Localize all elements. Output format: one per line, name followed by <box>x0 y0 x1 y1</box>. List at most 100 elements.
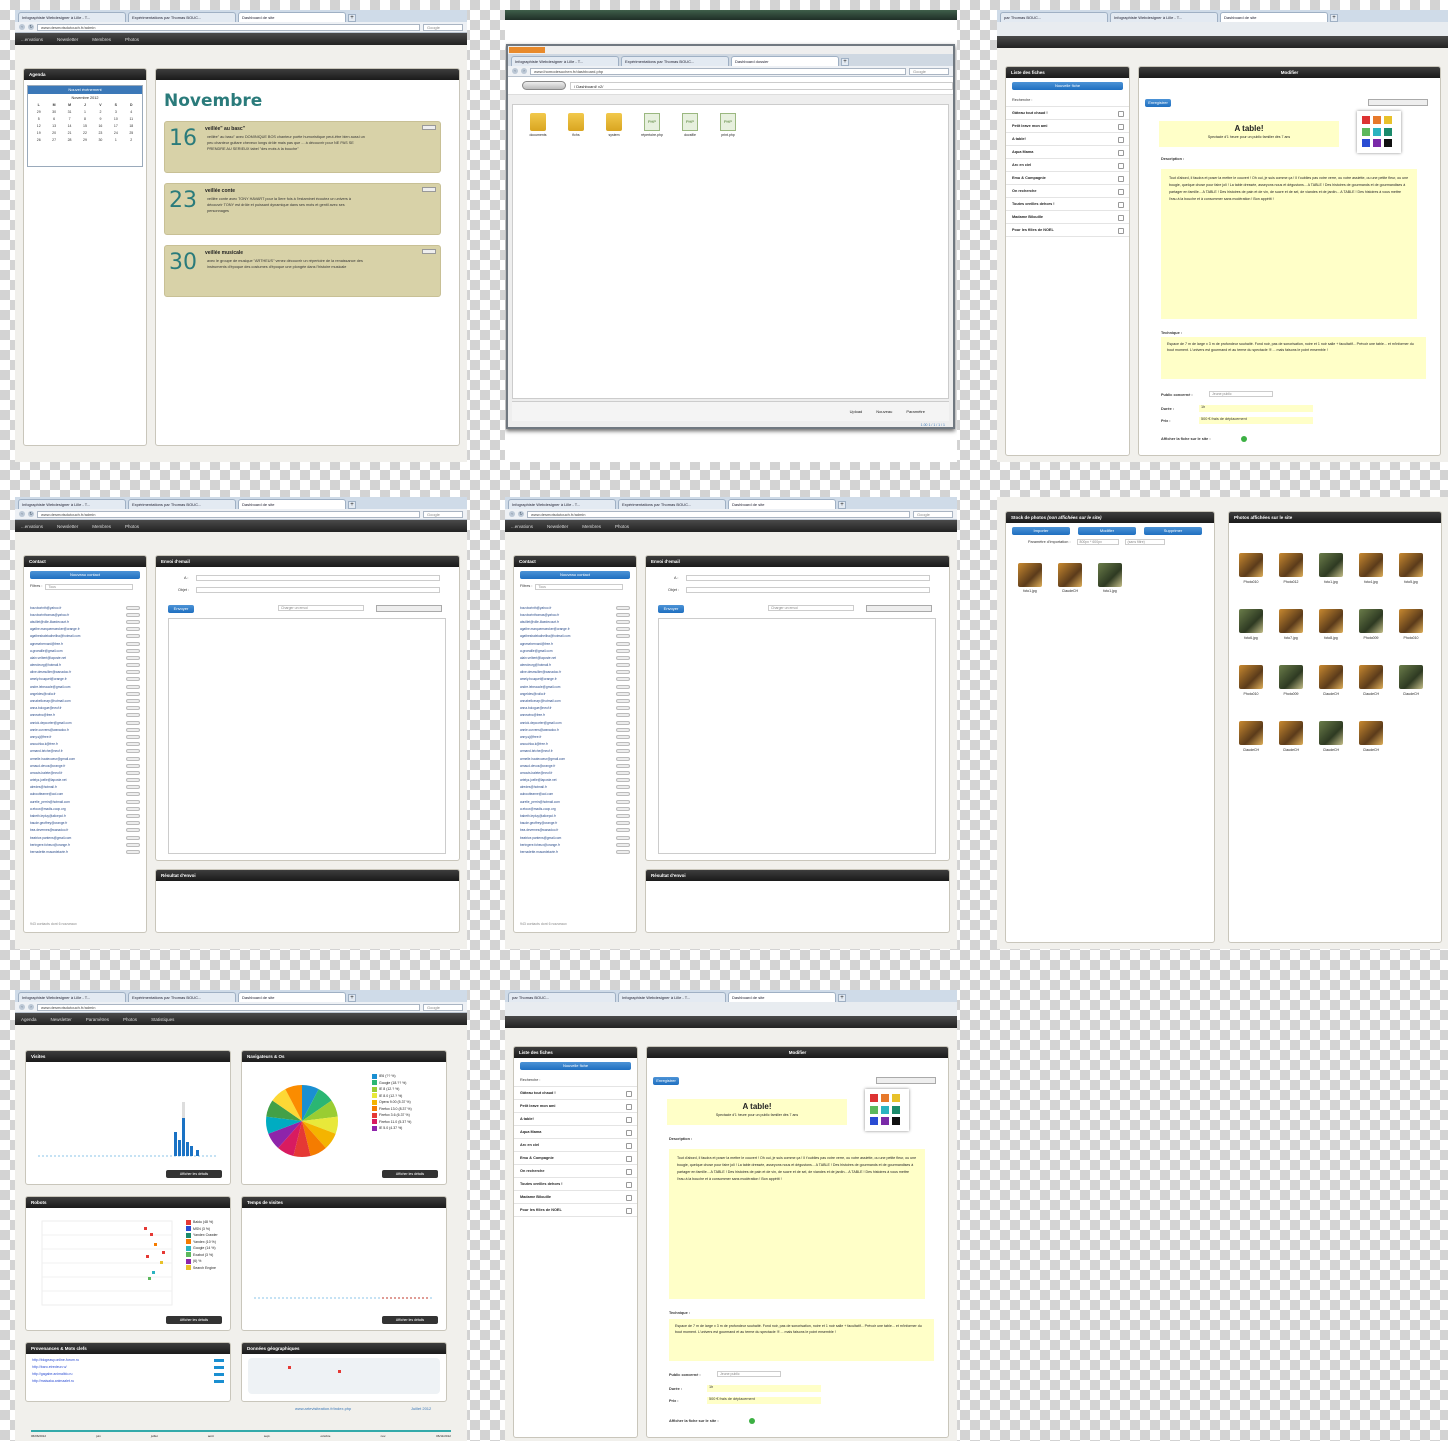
reload-icon[interactable]: ↻ <box>28 24 34 30</box>
to-field[interactable] <box>196 575 440 581</box>
contact-actions-icon[interactable] <box>616 634 630 639</box>
fiche-list-item[interactable]: Arc en ciel <box>1006 159 1129 172</box>
forward-icon[interactable]: › <box>521 68 527 74</box>
calendar-day[interactable]: 23 <box>94 131 107 135</box>
address-field[interactable]: www.desmotsdutouch.fr/admin <box>37 23 420 31</box>
calendar-day[interactable]: 5 <box>32 117 45 121</box>
nav-item[interactable]: Newsletter <box>57 524 78 529</box>
calendar-day[interactable]: 30 <box>94 138 107 142</box>
contact-actions-icon[interactable] <box>126 821 140 826</box>
contact-actions-icon[interactable] <box>616 713 630 718</box>
photo-thumbnail[interactable] <box>1399 553 1423 577</box>
contact-row[interactable]: aline.desmullier@wanadoo.fr <box>30 669 140 676</box>
calendar-day[interactable]: 1 <box>78 110 91 114</box>
new-tab-button[interactable]: + <box>348 994 356 1002</box>
contact-actions-icon[interactable] <box>126 691 140 696</box>
browser-tab[interactable]: Infographiste Webdesigner à Lille - T... <box>18 12 126 22</box>
contact-row[interactable]: angeldes@voila.fr <box>30 690 140 697</box>
filter-select[interactable]: Tous <box>535 584 624 590</box>
nav-item[interactable]: Paramètres <box>86 1017 109 1022</box>
referrer-link[interactable]: http://maisaka.animaalet.ru <box>32 1378 74 1385</box>
contact-row[interactable]: armand.briche@neuf.fr <box>30 748 140 755</box>
contact-actions-icon[interactable] <box>616 648 630 653</box>
new-contact-button[interactable]: Nouveau contact <box>520 571 630 579</box>
visible-toggle-icon[interactable] <box>1241 436 1247 442</box>
back-icon[interactable]: ‹ <box>509 511 515 517</box>
public-select[interactable]: Jeune public <box>717 1371 781 1377</box>
contact-actions-icon[interactable] <box>126 706 140 711</box>
calendar-day[interactable]: 21 <box>63 131 76 135</box>
browser-tab[interactable]: Infographiste Webdesigner à Lille - T... <box>511 56 619 66</box>
send-button[interactable]: Envoyer <box>168 605 194 613</box>
nav-item[interactable]: Membres <box>92 524 111 529</box>
new-tab-button[interactable]: + <box>838 501 846 509</box>
browser-tab[interactable]: Expérimentations par Thomas BOUC... <box>128 12 236 22</box>
contact-row[interactable]: agnesebernard@free.fr <box>520 640 630 647</box>
nav-item[interactable]: ...ervations <box>21 37 43 42</box>
duree-field[interactable]: 1h <box>1199 405 1313 412</box>
contact-row[interactable]: bea.devernes@wanadoo.fr <box>520 827 630 834</box>
fiche-list-item[interactable]: Arc en ciel <box>514 1139 637 1152</box>
contact-actions-icon[interactable] <box>616 605 630 610</box>
contact-actions-icon[interactable] <box>616 763 630 768</box>
search-label[interactable]: Recherche : <box>514 1074 637 1087</box>
fiche-list-item[interactable]: Pour les filles de NOEL <box>514 1204 637 1217</box>
contact-row[interactable]: bouvborinth@yahoo.fr <box>520 604 630 611</box>
photo-thumbnail[interactable] <box>1359 721 1383 745</box>
subject-field[interactable] <box>196 587 440 593</box>
contact-actions-icon[interactable] <box>616 828 630 833</box>
contact-row[interactable]: bernadette.musardelavie.fr <box>30 848 140 855</box>
contact-actions-icon[interactable] <box>126 835 140 840</box>
fiche-list-item[interactable]: Toutes oreilles dehors ! <box>514 1178 637 1191</box>
technique-editor[interactable]: Espace de 7 m de large x 3 m de profonde… <box>669 1319 934 1361</box>
search-field[interactable]: Google <box>423 23 463 31</box>
contact-actions-icon[interactable] <box>616 742 630 747</box>
contact-row[interactable]: baude.geoffrey@orange.fr <box>520 820 630 827</box>
contact-row[interactable]: amely.bouquet@orange.fr <box>520 676 630 683</box>
contact-row[interactable]: anouchka.k@free.fr <box>30 741 140 748</box>
referrer-link[interactable]: http://baro.etredeur.ru/ <box>32 1364 67 1371</box>
details-button[interactable]: Afficher les détails <box>166 1170 222 1178</box>
footer-url[interactable]: www.artevisiteation.fr/index.php <box>295 1406 351 1411</box>
contact-row[interactable]: abuillet@ville-lilaedecourt.fr <box>520 618 630 625</box>
contact-actions-icon[interactable] <box>126 763 140 768</box>
contact-actions-icon[interactable] <box>126 619 140 624</box>
contact-actions-icon[interactable] <box>126 699 140 704</box>
referrer-link[interactable]: http://gagabe.animalblo.ru <box>32 1371 72 1378</box>
color-picker[interactable] <box>1357 111 1401 153</box>
contact-actions-icon[interactable] <box>616 756 630 761</box>
contact-row[interactable]: annie.curvens@wanadoo.fr <box>30 726 140 733</box>
nav-item[interactable]: Photos <box>125 37 139 42</box>
color-swatch[interactable] <box>1384 139 1392 148</box>
contact-row[interactable]: aurelie_perrin@hotmail.com <box>520 798 630 805</box>
calendar-day[interactable]: 15 <box>78 124 91 128</box>
back-icon[interactable]: ‹ <box>512 68 518 74</box>
contact-actions-icon[interactable] <box>126 641 140 646</box>
edit-icon[interactable] <box>422 187 436 192</box>
calendar-day[interactable]: 31 <box>63 110 76 114</box>
calendar-day[interactable]: 8 <box>78 117 91 121</box>
referrer-link[interactable]: http://blogeasy.online-forum.ru <box>32 1357 79 1364</box>
nav-item[interactable]: Newsletter <box>57 37 78 42</box>
contact-row[interactable]: alredes@hotmail.fr <box>520 784 630 791</box>
search-field[interactable]: Google <box>913 510 953 518</box>
contact-row[interactable]: alain.velbert@laposte.net <box>520 654 630 661</box>
fiche-list-item[interactable]: Aqua Mama <box>1006 146 1129 159</box>
description-editor[interactable]: Tout d'abord, il faudra et poser la mett… <box>1161 169 1417 319</box>
contact-actions-icon[interactable] <box>616 699 630 704</box>
contact-row[interactable]: agathe.marquemaecker@orange.fr <box>30 626 140 633</box>
contact-row[interactable]: artelyz.joelle@laposte.net <box>30 777 140 784</box>
nav-item[interactable]: ...ervations <box>21 524 43 529</box>
contact-actions-icon[interactable] <box>616 806 630 811</box>
calendar-day[interactable]: 20 <box>47 131 60 135</box>
nav-item[interactable]: ...ervations <box>511 524 533 529</box>
contact-row[interactable]: bea.devernes@wanadoo.fr <box>30 827 140 834</box>
folder-item[interactable]: documents <box>523 113 553 137</box>
color-swatch[interactable] <box>1373 127 1381 136</box>
referrer-row[interactable]: http://gagabe.animalblo.ru <box>32 1371 224 1378</box>
contact-actions-icon[interactable] <box>616 706 630 711</box>
contact-actions-icon[interactable] <box>616 612 630 617</box>
photo-thumbnail[interactable] <box>1319 721 1343 745</box>
contact-actions-icon[interactable] <box>616 842 630 847</box>
photo-thumbnail[interactable] <box>1018 563 1042 587</box>
